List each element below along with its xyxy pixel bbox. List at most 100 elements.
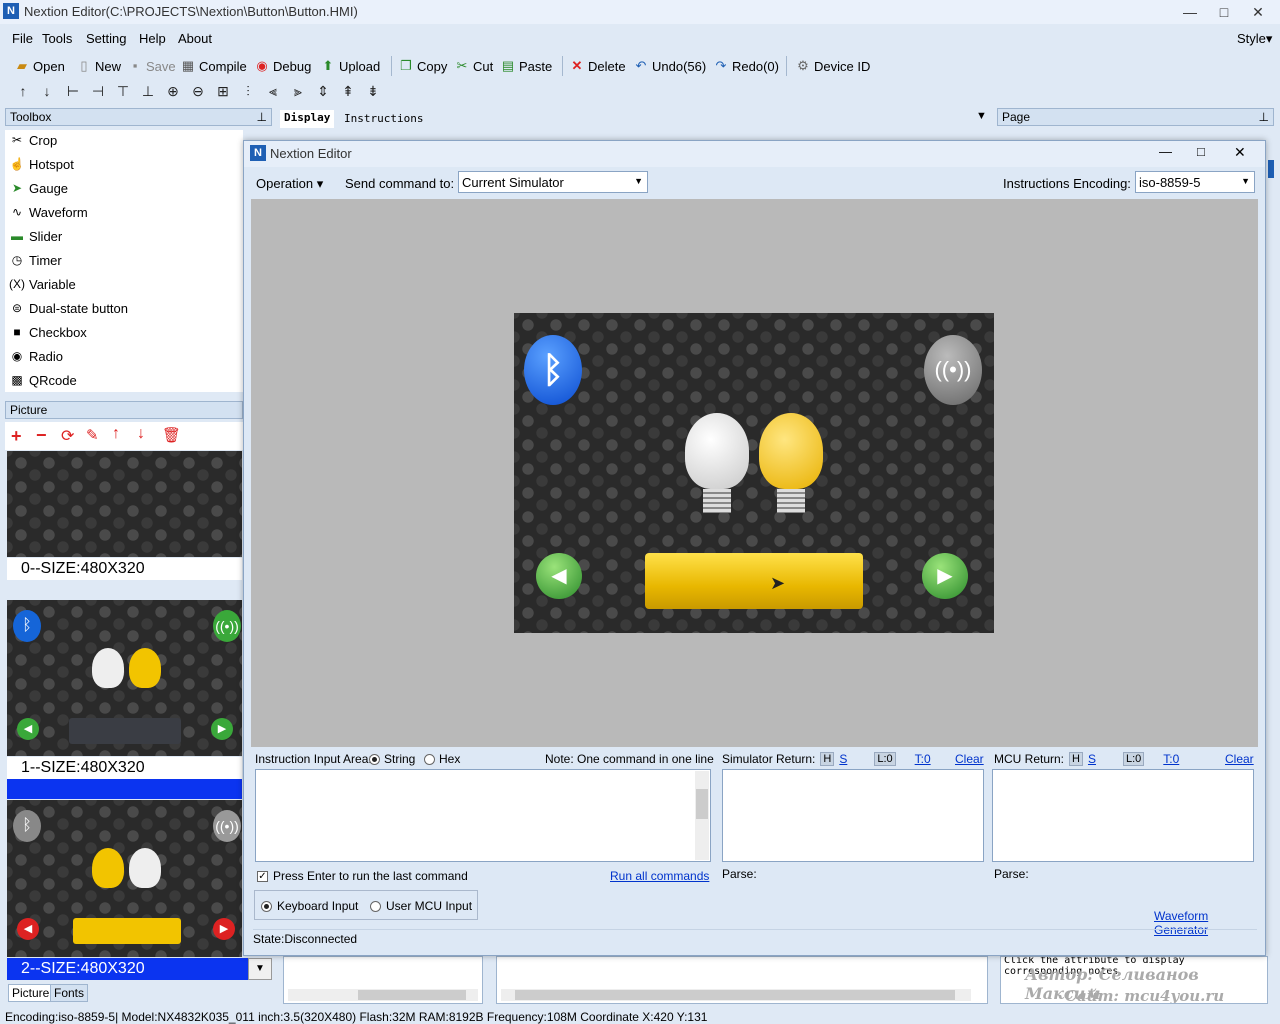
sim-l0-button[interactable]: L:0 <box>874 752 896 766</box>
bluetooth-icon[interactable]: ᛒ <box>524 335 582 405</box>
remove-icon[interactable]: − <box>36 425 47 446</box>
align-bottom-icon[interactable]: ⊥ <box>139 82 157 100</box>
scroll-thumb[interactable] <box>358 990 466 1000</box>
tab-fonts[interactable]: Fonts <box>50 984 89 1002</box>
tab-display[interactable]: Display <box>280 110 335 128</box>
mcu-l0-button[interactable]: L:0 <box>1122 752 1145 766</box>
spacing-h-icon[interactable]: ⫸ <box>289 82 307 100</box>
redo-button[interactable]: ↷ Redo(0) <box>713 56 779 76</box>
distribute-h-icon[interactable]: ⫶ <box>239 82 257 100</box>
align-left-icon[interactable]: ⊢ <box>64 82 82 100</box>
hex-radio[interactable]: Hex <box>424 752 460 766</box>
move-down-icon[interactable]: ↓ <box>38 82 56 100</box>
sim-s-link[interactable]: S <box>839 752 847 766</box>
menu-about[interactable]: About <box>178 31 212 46</box>
save-button[interactable]: ▪ Save <box>127 56 176 76</box>
dialog-minimize-button[interactable]: — <box>1159 144 1172 159</box>
toolbox-item-hotspot[interactable]: ☝ Hotspot <box>9 152 74 176</box>
toolbox-item-radio[interactable]: ◉ Radio <box>9 344 63 368</box>
new-button[interactable]: ▯ New <box>76 56 121 76</box>
send-back-icon[interactable]: ⇟ <box>364 82 382 100</box>
scroll-thumb[interactable] <box>515 990 955 1000</box>
upload-button[interactable]: ⬆ Upload <box>320 56 381 76</box>
pin-icon[interactable]: ⊥ <box>1259 109 1269 125</box>
toolbox-item-checkbox[interactable]: ■ Checkbox <box>9 320 86 344</box>
keyboard-input-radio[interactable]: Keyboard Input <box>261 899 358 913</box>
picture-thumb-0[interactable] <box>7 451 242 557</box>
add-icon[interactable]: + <box>11 426 22 447</box>
mcu-s-link[interactable]: S <box>1088 752 1096 766</box>
center-horizontal-icon[interactable]: ⊖ <box>189 82 207 100</box>
menu-file[interactable]: File <box>12 31 33 46</box>
arrow-down-icon[interactable]: ↓ <box>137 425 145 443</box>
operation-menu[interactable]: Operation ▾ <box>256 176 323 192</box>
toolbox-item-gauge[interactable]: ➤ Gauge <box>9 176 68 200</box>
spacing-v-icon[interactable]: ⇕ <box>314 82 332 100</box>
run-all-commands-link[interactable]: Run all commands <box>610 869 709 883</box>
v-scrollbar[interactable] <box>695 771 709 860</box>
bring-front-icon[interactable]: ⇞ <box>339 82 357 100</box>
sim-h-button[interactable]: H <box>820 752 835 766</box>
toolbox-item-variable[interactable]: (X) Variable <box>9 272 76 296</box>
menu-help[interactable]: Help <box>139 31 166 46</box>
mcu-clear-link[interactable]: Clear <box>1225 752 1254 766</box>
h-scrollbar[interactable] <box>288 989 478 1001</box>
menu-style[interactable]: Style▾ <box>1237 31 1272 47</box>
arrow-left-icon[interactable]: ◀ <box>536 553 582 599</box>
cut-button[interactable]: ✂ Cut <box>454 56 494 76</box>
picture-thumb-1[interactable]: ᛒ ((•)) ◀ ▶ <box>7 600 242 756</box>
sim-t0-link[interactable]: T:0 <box>915 752 931 766</box>
mcu-return-box[interactable] <box>992 769 1254 862</box>
toolbox-item-dual-state-button[interactable]: ⊜ Dual-state button <box>9 296 128 320</box>
instruction-input[interactable] <box>255 769 711 862</box>
simulator-screen[interactable]: ᛒ ((•)) ◀ ▶ ➤ <box>514 313 994 633</box>
paste-button[interactable]: ▤ Paste <box>500 56 552 76</box>
menu-tools[interactable]: Tools <box>42 31 72 46</box>
dialog-close-button[interactable]: ✕ <box>1234 144 1246 161</box>
scroll-down-icon[interactable]: ▼ <box>248 958 272 980</box>
mcu-t0-link[interactable]: T:0 <box>1163 752 1179 766</box>
main-button-yellow[interactable] <box>645 553 863 609</box>
close-button[interactable]: ✕ <box>1243 2 1273 22</box>
h-scrollbar[interactable] <box>501 989 971 1001</box>
send-to-select[interactable]: Current Simulator ▼ <box>458 171 648 193</box>
replace-icon[interactable]: ⟳ <box>61 426 74 446</box>
compile-button[interactable]: ▦ Compile <box>180 56 247 76</box>
pin-icon[interactable]: ⊥ <box>257 109 267 125</box>
mcu-h-button[interactable]: H <box>1069 752 1083 766</box>
maximize-button[interactable]: □ <box>1209 2 1239 22</box>
menu-setting[interactable]: Setting <box>86 31 126 46</box>
toolbox-item-qrcode[interactable]: ▩ QRcode <box>9 368 76 392</box>
copy-button[interactable]: ❐ Copy <box>398 56 447 76</box>
center-vertical-icon[interactable]: ⊕ <box>164 82 182 100</box>
arrow-right-icon[interactable]: ▶ <box>922 553 968 599</box>
picture-thumb-2[interactable]: ᛒ ((•)) ◀ ▶ <box>7 800 242 957</box>
tab-instructions[interactable]: Instructions <box>340 110 427 128</box>
scroll-thumb[interactable] <box>696 789 708 819</box>
encoding-select[interactable]: iso-8859-5 ▼ <box>1135 171 1255 193</box>
same-size-icon[interactable]: ⊞ <box>214 82 232 100</box>
toolbox-item-crop[interactable]: ✂ Crop <box>9 128 57 152</box>
toolbox-item-timer[interactable]: ◷ Timer <box>9 248 62 272</box>
tabs-dropdown-icon[interactable]: ▼ <box>976 110 987 122</box>
string-radio[interactable]: String <box>369 752 415 766</box>
delete-button[interactable]: ✕ Delete <box>569 56 626 76</box>
dialog-maximize-button[interactable]: □ <box>1197 144 1205 159</box>
align-top-icon[interactable]: ⊤ <box>114 82 132 100</box>
minimize-button[interactable]: — <box>1175 2 1205 22</box>
edit-icon[interactable]: ✎ <box>86 426 99 444</box>
debug-button[interactable]: ◉ Debug <box>254 56 311 76</box>
device-id-button[interactable]: ⚙ Device ID <box>795 56 870 76</box>
sim-clear-link[interactable]: Clear <box>955 752 984 766</box>
tab-picture[interactable]: Picture <box>8 984 54 1002</box>
simulator-return-box[interactable] <box>722 769 984 862</box>
toolbox-item-waveform[interactable]: ∿ Waveform <box>9 200 88 224</box>
toolbox-item-slider[interactable]: ▬ Slider <box>9 224 62 248</box>
arrow-up-icon[interactable]: ↑ <box>112 425 120 443</box>
open-button[interactable]: ▰ Open <box>14 56 65 76</box>
press-enter-checkbox[interactable]: ✓ Press Enter to run the last command <box>257 869 468 883</box>
user-mcu-input-radio[interactable]: User MCU Input <box>370 899 472 913</box>
trash-icon[interactable]: 🗑 <box>162 426 181 444</box>
move-up-icon[interactable]: ↑ <box>14 82 32 100</box>
undo-button[interactable]: ↶ Undo(56) <box>633 56 707 76</box>
